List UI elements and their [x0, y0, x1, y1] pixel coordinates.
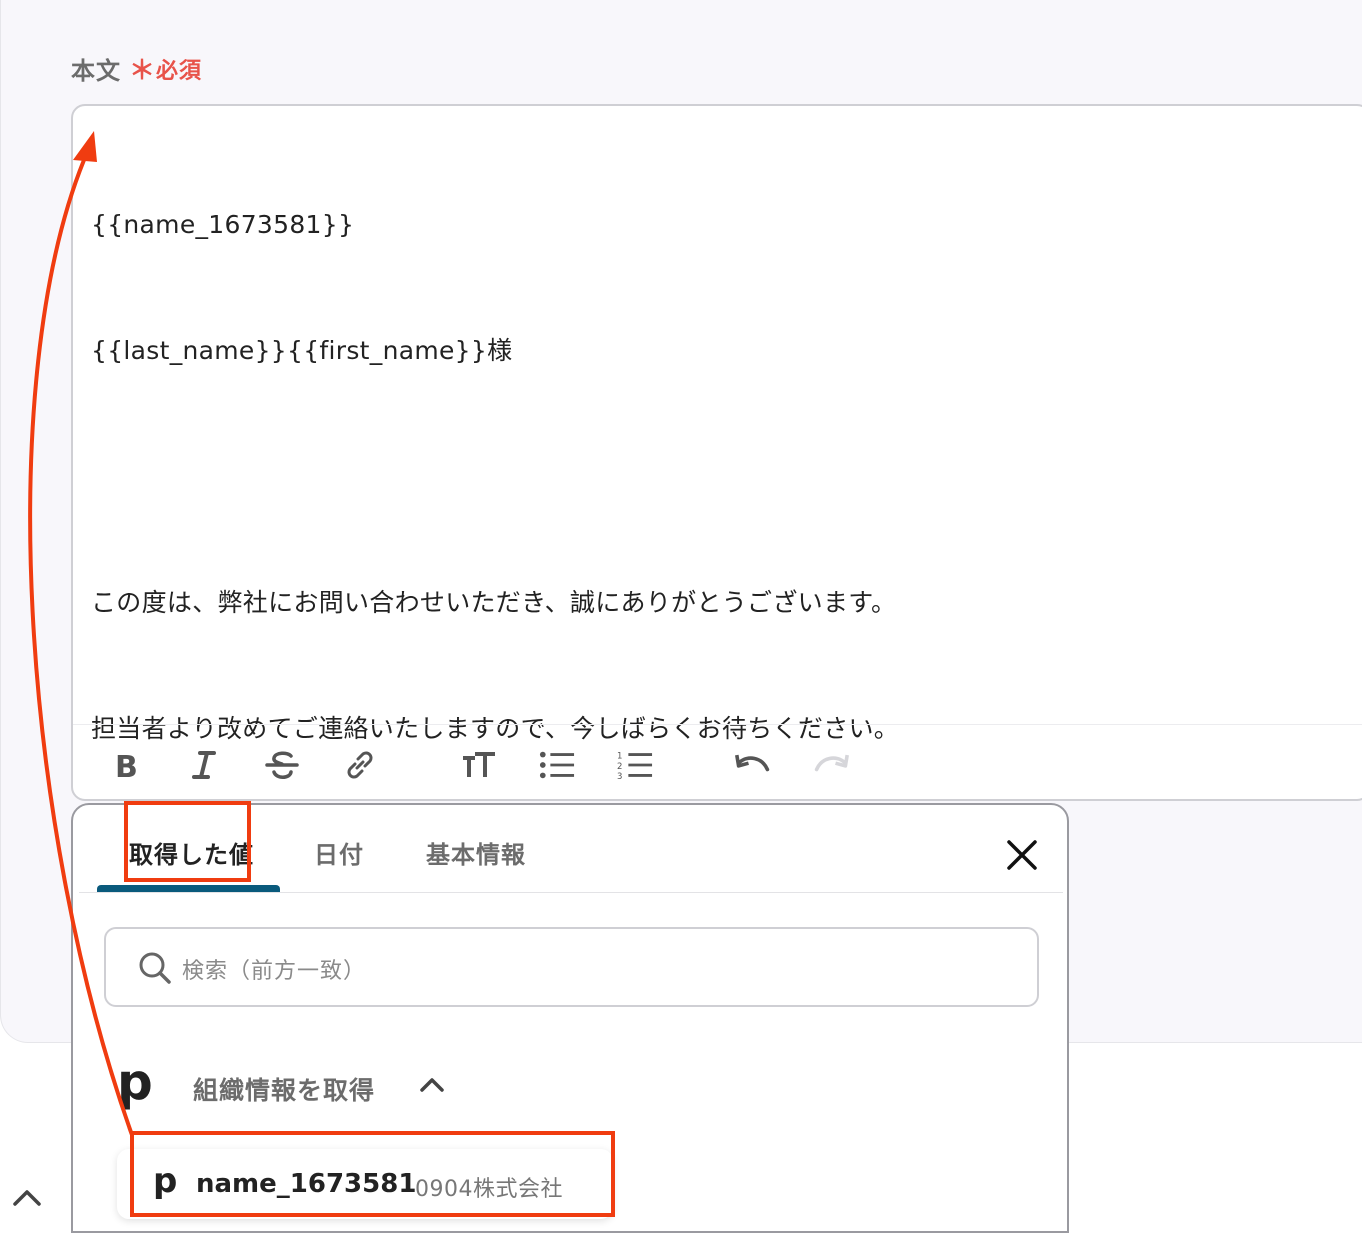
- close-icon[interactable]: [1005, 838, 1039, 872]
- editor-line: この度は、弊社にお問い合わせいただき、誠にありがとうございます。: [91, 588, 897, 617]
- redo-icon[interactable]: [813, 747, 849, 783]
- pipedrive-logo-icon: p: [117, 1053, 153, 1111]
- field-label-text: 本文: [71, 57, 121, 85]
- strikethrough-icon[interactable]: [264, 747, 300, 783]
- editor-line: {{name_1673581}}: [91, 210, 355, 239]
- svg-text:3: 3: [617, 772, 622, 781]
- editor-line: {{last_name}}{{first_name}}様: [91, 336, 513, 365]
- item-highlight-box: [130, 1131, 615, 1217]
- tab-basic-info[interactable]: 基本情報: [426, 835, 526, 870]
- tab-date[interactable]: 日付: [314, 835, 364, 870]
- tab-divider: [79, 892, 1063, 893]
- italic-icon[interactable]: [186, 747, 222, 783]
- undo-icon[interactable]: [735, 747, 771, 783]
- svg-text:1: 1: [617, 751, 622, 761]
- link-icon[interactable]: [342, 747, 378, 783]
- bullet-list-icon[interactable]: [539, 747, 575, 783]
- active-tab-indicator: [97, 885, 280, 892]
- search-placeholder: 検索（前方一致）: [182, 959, 367, 984]
- body-editor[interactable]: {{name_1673581}} {{last_name}}{{first_na…: [71, 104, 1362, 801]
- body-field-label: 本文 ＊ 必須: [71, 50, 202, 87]
- text-size-icon[interactable]: [461, 747, 497, 783]
- search-input[interactable]: 検索（前方一致）: [104, 927, 1039, 1007]
- bold-icon[interactable]: B: [108, 747, 144, 783]
- svg-text:2: 2: [617, 762, 622, 772]
- svg-text:B: B: [115, 750, 138, 780]
- tab-highlight-box: [124, 801, 251, 882]
- search-icon: [138, 951, 172, 989]
- chevron-up-icon[interactable]: [12, 1188, 42, 1212]
- editor-toolbar: B 123: [73, 724, 1362, 802]
- required-star: ＊: [129, 56, 157, 86]
- group-title[interactable]: 組織情報を取得: [193, 1071, 375, 1107]
- required-text: 必須: [156, 58, 203, 84]
- numbered-list-icon[interactable]: 123: [617, 747, 653, 783]
- chevron-up-icon[interactable]: [419, 1075, 445, 1097]
